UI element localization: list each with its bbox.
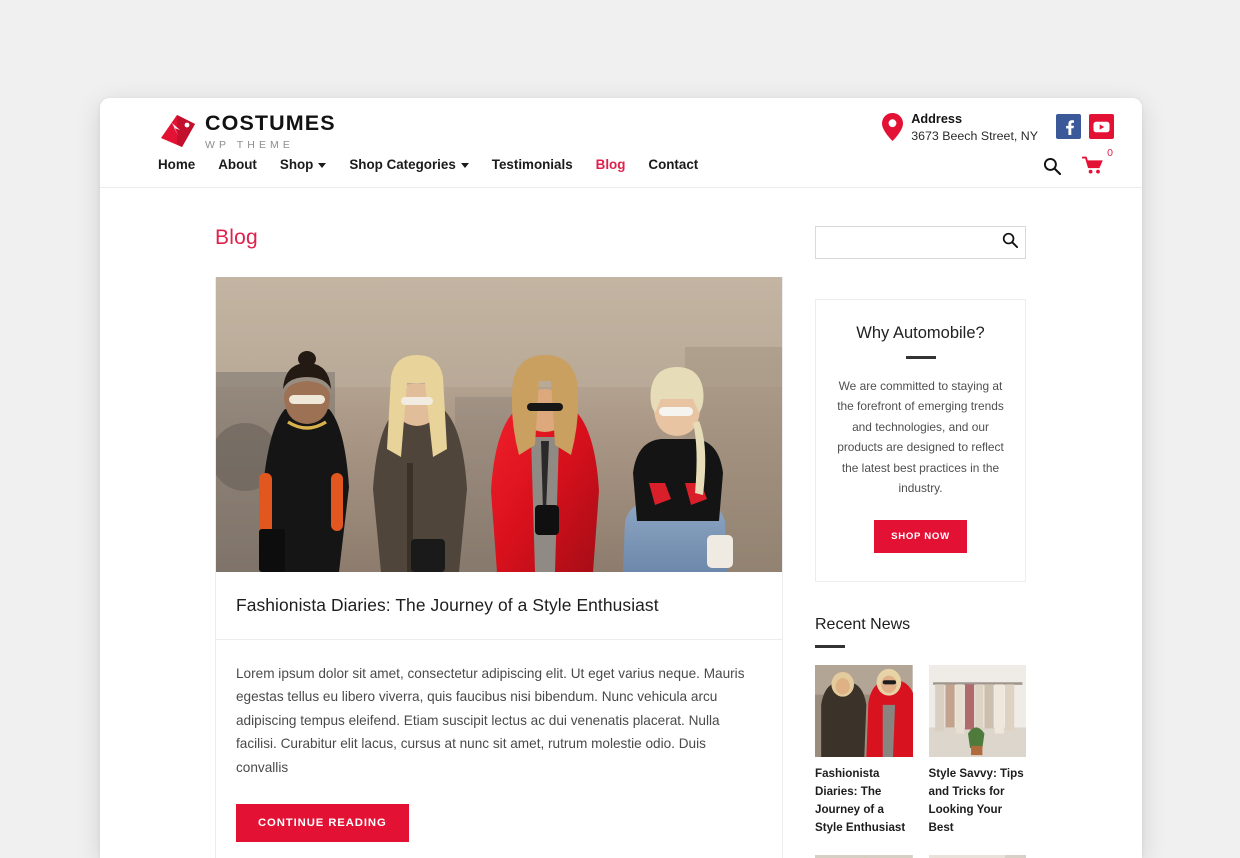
recent-news-divider <box>815 644 845 648</box>
nav-item-shop-categories[interactable]: Shop Categories <box>349 157 469 172</box>
address-label: Address <box>911 112 963 126</box>
nav-label: Blog <box>595 157 626 172</box>
shop-now-button[interactable]: SHOP NOW <box>874 519 967 553</box>
brand-title: COSTUMES <box>205 111 336 135</box>
nav-label: Shop <box>279 157 314 172</box>
youtube-glyph <box>1093 121 1110 132</box>
nav-label: About <box>218 157 257 172</box>
list-item-title: Fashionista Diaries: The Journey of a St… <box>815 766 906 834</box>
nav-label: Contact <box>648 157 699 172</box>
sidebar: Why Automobile? We are committed to stay… <box>815 226 1026 858</box>
post-excerpt: Lorem ipsum dolor sit amet, consectetur … <box>236 666 745 775</box>
brand-subtitle: WP THEME <box>205 138 295 151</box>
search-icon[interactable] <box>1002 232 1019 253</box>
post-featured-image[interactable] <box>216 277 782 572</box>
sidebar-search[interactable] <box>815 226 1026 259</box>
chevron-down-icon <box>460 163 469 168</box>
header-contact-block: Address 3673 Beech Street, NY <box>882 112 1114 143</box>
four-women-street-fashion-photo <box>216 277 782 572</box>
youtube-icon[interactable] <box>1089 114 1114 139</box>
nav-item-contact[interactable]: Contact <box>648 157 698 172</box>
widget-text: We are committed to staying at the foref… <box>837 379 1004 496</box>
address-block: Address 3673 Beech Street, NY <box>911 112 1038 143</box>
facebook-icon[interactable] <box>1056 114 1081 139</box>
list-item[interactable]: Style Savvy: Tips and Tricks for Looking… <box>928 664 1026 837</box>
continue-reading-button[interactable]: CONTINUE READING <box>236 803 409 842</box>
header-tools: 0 <box>1043 147 1113 180</box>
widget-divider <box>905 356 936 359</box>
nav-item-shop[interactable]: Shop <box>279 157 327 172</box>
browser-window: COSTUMES WP THEME Home About Shop Shop C… <box>100 98 1142 858</box>
site-logo[interactable]: COSTUMES WP THEME <box>158 111 336 150</box>
post-body: Lorem ipsum dolor sit amet, consectetur … <box>216 640 782 858</box>
nav-item-about[interactable]: About <box>218 157 257 172</box>
post-title[interactable]: Fashionista Diaries: The Journey of a St… <box>216 572 782 640</box>
nav-label: Testimonials <box>491 157 573 172</box>
price-tag-icon <box>161 114 195 147</box>
chevron-down-icon <box>318 163 327 168</box>
search-icon[interactable] <box>1043 157 1062 180</box>
widget-title: Why Automobile? <box>856 324 985 342</box>
blog-post-card: Fashionista Diaries: The Journey of a St… <box>215 277 783 858</box>
why-automobile-widget: Why Automobile? We are committed to stay… <box>815 299 1026 582</box>
page-body: Blog Fashionista Diaries: The Journey of… <box>100 188 1142 858</box>
main-navigation: Home About Shop Shop Categories Testimon… <box>158 157 698 172</box>
search-input[interactable] <box>826 235 1002 250</box>
list-item-title: Style Savvy: Tips and Tricks for Looking… <box>928 766 1024 834</box>
nav-item-home[interactable]: Home <box>158 157 195 172</box>
nav-item-testimonials[interactable]: Testimonials <box>492 157 573 172</box>
recent-news-widget: Recent News Fashionista Diaries: The Jou… <box>815 616 1026 858</box>
facebook-glyph <box>1065 119 1074 135</box>
location-pin-icon <box>882 113 904 141</box>
main-content: Blog Fashionista Diaries: The Journey of… <box>215 226 783 858</box>
cart-count-badge: 0 <box>1107 147 1113 159</box>
nav-label: Home <box>158 157 196 172</box>
page-title: Blog <box>215 226 258 249</box>
nav-label: Shop Categories <box>349 157 456 172</box>
address-value: 3673 Beech Street, NY <box>911 129 1038 143</box>
nav-item-blog[interactable]: Blog <box>596 157 626 172</box>
clothing-rack-thumb <box>928 664 1026 757</box>
list-item[interactable]: Fashionista Diaries: The Journey of a St… <box>815 664 913 837</box>
recent-news-title: Recent News <box>815 615 911 633</box>
recent-news-grid: Fashionista Diaries: The Journey of a St… <box>815 664 1026 858</box>
shopping-cart-icon[interactable]: 0 <box>1081 147 1113 180</box>
red-coat-street-style-thumb <box>815 664 913 757</box>
site-header: COSTUMES WP THEME Home About Shop Shop C… <box>100 98 1142 188</box>
